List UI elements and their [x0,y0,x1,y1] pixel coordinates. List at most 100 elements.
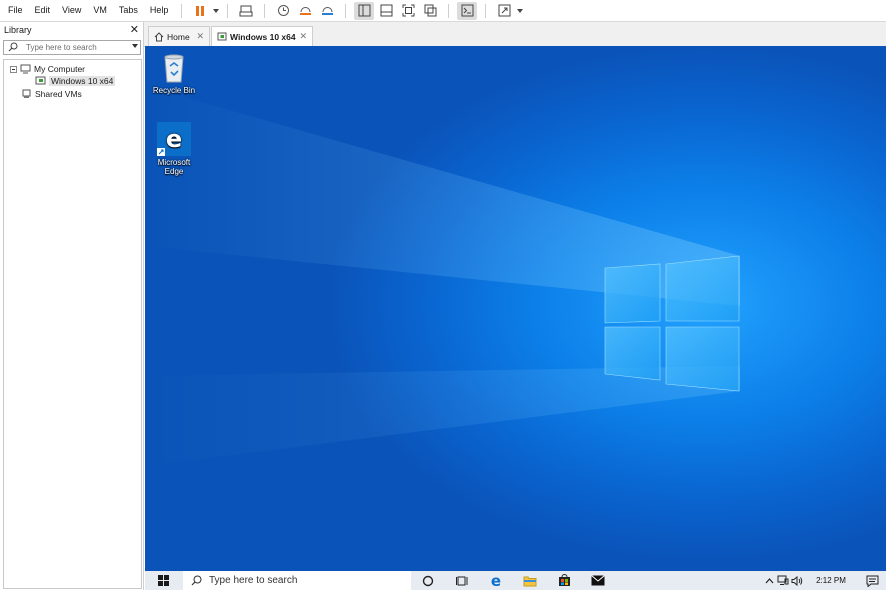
toolbar-separator [485,3,487,18]
close-icon[interactable]: ✕ [299,31,307,42]
chevron-down-icon [212,8,219,13]
menu-tabs[interactable]: Tabs [113,0,144,21]
task-view-button[interactable] [445,571,479,590]
menu-vm[interactable]: VM [87,0,113,21]
chevron-up-icon [765,577,773,583]
thumbnail-bar-button[interactable] [376,2,396,20]
collapse-icon[interactable] [10,65,17,73]
taskbar-file-explorer-button[interactable] [513,571,547,590]
vm-console-screen[interactable]: Recycle Bin e Microsoft Edge Type here t… [145,46,886,590]
snapshot-manager-icon [321,7,333,15]
menu-edit[interactable]: Edit [29,0,57,21]
cortana-button[interactable] [411,571,445,590]
tree-item-label: Windows 10 x64 [49,76,116,86]
tree-item-label: Shared VMs [35,89,82,99]
taskbar-search-box[interactable]: Type here to search [183,571,411,590]
tree-item-label: My Computer [34,64,86,74]
vm-icon [217,32,227,40]
library-title: Library [4,25,32,35]
show-hidden-icons-button[interactable] [762,571,776,590]
network-icon [777,575,789,585]
close-icon[interactable]: ✕ [196,31,204,42]
full-screen-icon [402,4,415,17]
revert-snapshot-icon [299,7,311,15]
take-snapshot-button[interactable] [273,2,293,20]
network-button[interactable] [776,571,790,590]
action-center-button[interactable] [858,571,886,590]
toolbar-separator [448,3,450,18]
folder-icon [523,576,537,586]
library-pane: Library ✕ My Computer Windows 10 x64 Sha… [0,22,144,590]
mail-icon [591,575,605,586]
search-icon [191,575,202,586]
send-ctrl-alt-del-button[interactable] [236,2,256,20]
taskbar-edge-button[interactable]: e [479,571,513,590]
snapshot-manager-button[interactable] [317,2,337,20]
power-dropdown[interactable] [211,2,220,20]
tree-item-windows-10-x64[interactable]: Windows 10 x64 [35,75,116,87]
thumbnail-bar-icon [380,4,393,17]
send-ctrl-alt-del-icon [239,5,253,16]
unity-button[interactable] [420,2,440,20]
toolbar-separator [345,3,347,18]
pause-icon [196,5,205,16]
tree-item-my-computer[interactable]: My Computer [10,63,85,75]
tab-windows-10-x64[interactable]: Windows 10 x64 ✕ [211,26,313,46]
task-view-icon [455,576,467,585]
svg-text:e: e [491,574,501,588]
computer-icon [20,64,31,74]
menu-toolbar: File Edit View VM Tabs Help [0,0,886,22]
edge-icon: e [491,574,501,588]
search-icon [8,42,18,52]
stretch-guest-button[interactable] [494,2,514,20]
desktop-icon-label: Recycle Bin [152,86,196,95]
desktop-icon-recycle-bin[interactable]: Recycle Bin [146,52,202,95]
desktop-icon-label-line: Microsoft [157,158,191,167]
toolbar-separator [264,3,266,18]
library-search-input[interactable] [26,41,126,54]
desktop-icon-microsoft-edge[interactable]: e Microsoft Edge [146,122,202,176]
tab-bar: Home ✕ Windows 10 x64 ✕ [144,22,886,47]
taskbar-search-placeholder: Type here to search [209,575,298,586]
taskbar-mail-button[interactable] [581,571,615,590]
chevron-down-icon [516,8,523,13]
library-view-icon [358,4,371,17]
chevron-down-icon[interactable] [132,44,138,48]
full-screen-button[interactable] [398,2,418,20]
library-search-box[interactable] [3,40,141,55]
console-view-button[interactable] [457,1,478,20]
start-button[interactable] [145,571,181,590]
tab-label: Windows 10 x64 [230,31,296,42]
show-library-button[interactable] [354,1,375,20]
menu-file[interactable]: File [0,0,29,21]
stretch-dropdown[interactable] [515,2,524,20]
shared-vms-icon [22,89,31,98]
system-tray: 2:12 PM [762,571,886,590]
vm-icon [35,76,46,85]
tree-item-shared-vms[interactable]: Shared VMs [21,88,82,100]
tab-label: Home [167,31,190,42]
windows-taskbar: Type here to search e 2:12 PM [145,571,886,590]
library-tree: My Computer Windows 10 x64 Shared VMs [3,59,142,589]
taskbar-clock[interactable]: 2:12 PM [804,576,858,585]
pause-button[interactable] [190,2,210,20]
clock-time: 2:12 PM [816,576,846,585]
toolbar-separator [227,3,229,18]
home-icon [154,31,164,41]
taskbar-store-button[interactable] [547,571,581,590]
recycle-bin-icon [164,54,184,83]
cortana-icon [422,575,434,586]
tab-home[interactable]: Home ✕ [148,26,210,46]
menu-help[interactable]: Help [144,0,175,21]
library-close-button[interactable]: ✕ [130,23,139,36]
volume-button[interactable] [790,571,804,590]
unity-icon [424,4,437,17]
notifications-icon [866,575,878,587]
snapshot-icon [277,5,289,16]
console-view-icon [461,4,474,17]
windows-logo-icon [157,575,169,586]
menu-view[interactable]: View [56,0,87,21]
store-icon [558,574,570,586]
revert-snapshot-button[interactable] [295,2,315,20]
stretch-guest-icon [498,4,511,17]
